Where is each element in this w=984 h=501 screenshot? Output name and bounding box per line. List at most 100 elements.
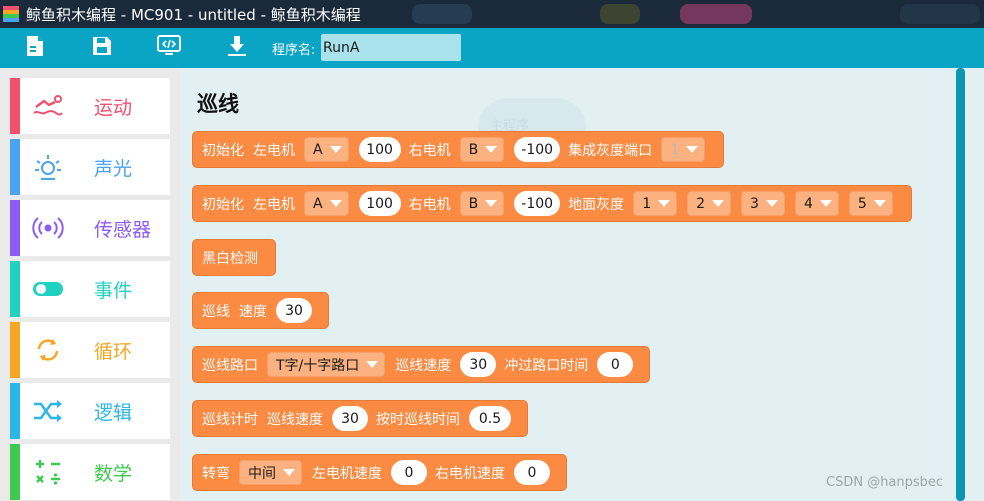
dropdown-value: A	[313, 195, 323, 212]
new-file-icon	[23, 34, 47, 62]
background-blur-decoration	[412, 4, 472, 24]
dropdown-value: 1	[670, 141, 680, 158]
block-dropdown[interactable]: 中间	[239, 460, 302, 485]
code-view-icon	[156, 33, 182, 63]
category-color-bar	[10, 139, 20, 195]
block-label: 转弯	[202, 465, 230, 482]
block-label: 黑白检测	[202, 250, 258, 267]
init-gray-port-block[interactable]: 初始化 左电机 A 100 右电机 B -100 集成灰度端口 1	[192, 131, 725, 168]
chevron-down-icon	[366, 361, 379, 368]
category-color-bar	[10, 322, 20, 378]
code-view-button[interactable]	[155, 34, 183, 62]
chevron-down-icon	[658, 200, 671, 207]
dropdown-value: 2	[696, 195, 706, 212]
background-blur-decoration	[600, 4, 640, 24]
block-dropdown[interactable]: B	[459, 191, 505, 216]
chevron-down-icon	[329, 146, 342, 153]
swimmer-icon	[32, 90, 64, 122]
category-loop[interactable]: 循环	[10, 322, 170, 378]
init-ground-gray-block[interactable]: 初始化 左电机 A 100 右电机 B -100 地面灰度 1 2 3 4 5	[192, 185, 912, 222]
block-label: 冲过路口时间	[504, 357, 589, 374]
line-follow-intersection-block[interactable]: 巡线路口 T字/十字路口 巡线速度 30 冲过路口时间 0	[192, 346, 651, 383]
sensor-icon	[32, 212, 64, 244]
block-dropdown[interactable]: 4	[794, 191, 839, 216]
block-dropdown[interactable]: 3	[741, 191, 785, 216]
dropdown-value: 1	[642, 195, 652, 212]
block-workspace: 主程序 巡线 初始化 左电机 A 100 右电机 B -100 集成灰度端口 1 初始化 左电机 A 1…	[180, 68, 984, 501]
category-sensor[interactable]: 传感器	[10, 200, 170, 256]
chevron-down-icon	[329, 200, 342, 207]
category-color-bar	[10, 200, 20, 256]
category-logic[interactable]: 逻辑	[10, 383, 170, 439]
block-label: 左电机	[253, 142, 295, 159]
block-number-input[interactable]: 30	[276, 298, 312, 323]
category-color-bar	[10, 261, 20, 317]
category-title: 巡线	[197, 92, 239, 116]
block-dropdown[interactable]: 1	[633, 191, 678, 216]
toggle-icon	[32, 273, 64, 305]
block-label: 左电机速度	[312, 465, 382, 482]
line-follow-speed-block[interactable]: 巡线 速度 30	[192, 292, 329, 329]
block-number-input[interactable]: 0.5	[469, 406, 511, 431]
block-number-input[interactable]: 100	[358, 137, 401, 162]
block-label: 巡线路口	[202, 357, 258, 374]
block-label: 初始化	[202, 142, 244, 159]
block-number-input[interactable]: 0	[597, 352, 634, 377]
category-color-bar	[10, 383, 20, 439]
chevron-down-icon	[819, 200, 832, 207]
block-dropdown[interactable]: B	[459, 137, 505, 162]
category-label: 逻辑	[94, 402, 133, 424]
download-button[interactable]	[223, 34, 251, 62]
chevron-down-icon	[485, 200, 498, 207]
window-title-bar: 鲸鱼积木编程 - MC901 - untitled - 鲸鱼积木编程	[0, 0, 984, 28]
block-dropdown[interactable]: A	[304, 191, 349, 216]
category-label: 传感器	[94, 219, 152, 241]
block-dropdown[interactable]: 1	[661, 137, 706, 162]
dropdown-value: 3	[750, 195, 759, 212]
category-color-bar	[10, 444, 20, 500]
category-event[interactable]: 事件	[10, 261, 170, 317]
black-white-detect-block[interactable]: 黑白检测	[192, 239, 276, 276]
background-blur-decoration	[680, 4, 752, 24]
category-label: 数学	[94, 463, 133, 485]
block-label: 速度	[239, 303, 267, 320]
block-label: 右电机速度	[435, 465, 505, 482]
category-sound-light[interactable]: 声光	[10, 139, 170, 195]
block-dropdown[interactable]: A	[304, 137, 349, 162]
block-label: 初始化	[202, 196, 244, 213]
loop-icon	[32, 334, 64, 366]
block-label: 按时巡线时间	[376, 411, 460, 428]
block-dropdown[interactable]: 2	[687, 191, 732, 216]
light-icon	[32, 151, 64, 183]
background-blur-decoration	[900, 4, 980, 24]
block-dropdown[interactable]: T字/十字路口	[267, 352, 386, 377]
save-button[interactable]	[88, 34, 116, 62]
line-follow-timer-block[interactable]: 巡线计时 巡线速度 30 按时巡线时间 0.5	[192, 400, 528, 437]
dropdown-value: T字/十字路口	[276, 357, 360, 374]
block-dropdown[interactable]: 5	[848, 191, 893, 216]
workspace-scrollbar[interactable]	[956, 68, 965, 501]
block-label: 左电机	[253, 196, 295, 213]
dropdown-value: 4	[803, 195, 813, 212]
block-label: 巡线速度	[395, 357, 452, 374]
block-number-input[interactable]: 30	[460, 352, 497, 377]
category-label: 声光	[94, 158, 133, 180]
chevron-down-icon	[283, 469, 295, 476]
category-motion[interactable]: 运动	[10, 78, 170, 134]
category-label: 运动	[94, 97, 133, 119]
block-number-input[interactable]: 0	[391, 460, 427, 485]
block-label: 右电机	[408, 196, 451, 213]
block-label: 集成灰度端口	[568, 142, 653, 159]
block-number-input[interactable]: 0	[514, 460, 550, 485]
dropdown-value: B	[468, 195, 479, 212]
block-number-input[interactable]: -100	[514, 137, 561, 162]
block-number-input[interactable]: 30	[332, 406, 368, 431]
chevron-down-icon	[765, 200, 778, 207]
turn-block[interactable]: 转弯 中间 左电机速度 0 右电机速度 0	[192, 454, 567, 491]
new-file-button[interactable]	[21, 34, 49, 62]
program-name-input[interactable]	[321, 34, 461, 61]
block-number-input[interactable]: -100	[514, 191, 561, 216]
block-number-input[interactable]: 100	[358, 191, 401, 216]
category-math[interactable]: 数学	[10, 444, 170, 500]
math-icon	[32, 456, 64, 488]
